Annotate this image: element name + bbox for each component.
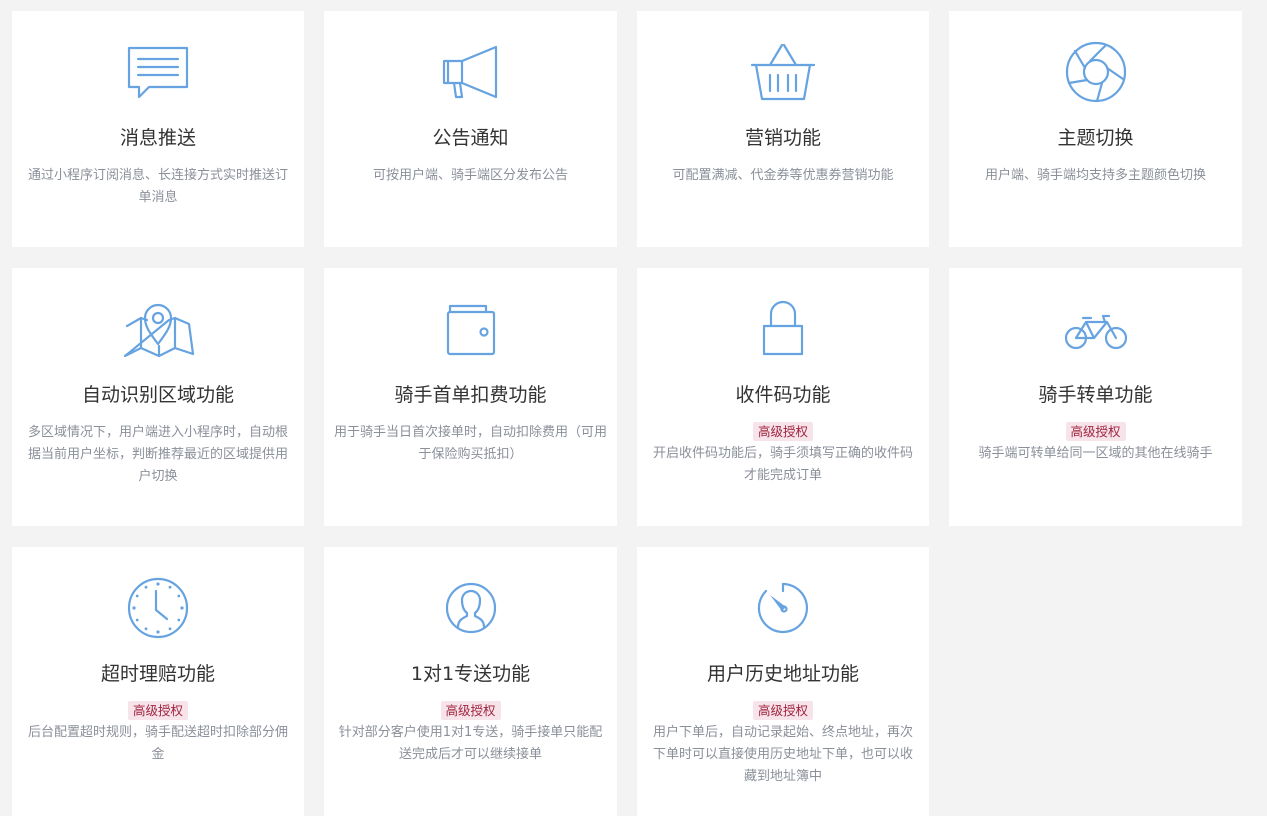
- card-title: 公告通知: [432, 127, 509, 149]
- feature-card-dedicated-delivery: 1对1专送功能 高级授权 针对部分客户使用1对1专送，骑手接单只能配送完成后才可…: [324, 547, 617, 816]
- feature-card-marketing: 营销功能 可配置满减、代金券等优惠券营销功能: [637, 11, 929, 247]
- card-description: 针对部分客户使用1对1专送，骑手接单只能配送完成后才可以继续接单: [338, 725, 603, 762]
- premium-badge: 高级授权: [1065, 422, 1126, 441]
- feature-grid: 消息推送 通过小程序订阅消息、长连接方式实时推送订单消息 公告通知 可按用户端、…: [0, 0, 1267, 816]
- megaphone-icon: [436, 39, 506, 105]
- feature-card-first-order-fee: 骑手首单扣费功能 用于骑手当日首次接单时，自动扣除费用（可用于保险购买抵扣）: [324, 268, 617, 526]
- card-title: 营销功能: [744, 127, 821, 149]
- card-title: 骑手首单扣费功能: [394, 384, 547, 406]
- feature-card-announcement: 公告通知 可按用户端、骑手端区分发布公告: [324, 11, 617, 247]
- card-description: 通过小程序订阅消息、长连接方式实时推送订单消息: [27, 168, 288, 205]
- card-description: 可配置满减、代金券等优惠券营销功能: [672, 168, 894, 183]
- timer-icon: [748, 575, 818, 641]
- premium-badge: 高级授权: [752, 701, 814, 720]
- user-icon: [436, 575, 506, 641]
- premium-badge: 高级授权: [752, 422, 814, 441]
- card-description: 用户端、骑手端均支持多主题颜色切换: [984, 168, 1206, 183]
- wallet-icon: [436, 296, 506, 362]
- map-pin-icon: [123, 296, 195, 362]
- card-title: 收件码功能: [735, 384, 831, 406]
- feature-card-message-push: 消息推送 通过小程序订阅消息、长连接方式实时推送订单消息: [12, 11, 304, 247]
- card-title: 1对1专送功能: [410, 663, 531, 685]
- lock-icon: [748, 296, 818, 362]
- basket-icon: [748, 39, 818, 105]
- card-title: 自动识别区域功能: [81, 384, 234, 406]
- card-title: 超时理赔功能: [100, 663, 215, 685]
- feature-card-address-history: 用户历史地址功能 高级授权 用户下单后，自动记录起始、终点地址，再次下单时可以直…: [637, 547, 929, 816]
- card-title: 用户历史地址功能: [706, 663, 859, 685]
- premium-badge: 高级授权: [440, 701, 501, 720]
- card-description: 后台配置超时规则，骑手配送超时扣除部分佣金: [27, 725, 288, 762]
- card-description: 用于骑手当日首次接单时，自动扣除费用（可用于保险购买抵扣）: [334, 425, 608, 462]
- clock-icon: [123, 575, 193, 641]
- bicycle-icon: [1061, 296, 1131, 362]
- card-description: 开启收件码功能后，骑手须填写正确的收件码才能完成订单: [652, 446, 913, 483]
- feature-card-area-detection: 自动识别区域功能 多区域情况下，用户端进入小程序时，自动根据当前用户坐标，判断推…: [12, 268, 304, 526]
- card-description: 用户下单后，自动记录起始、终点地址，再次下单时可以直接使用历史地址下单，也可以收…: [652, 725, 913, 784]
- card-description: 多区域情况下，用户端进入小程序时，自动根据当前用户坐标，判断推荐最近的区域提供用…: [27, 425, 288, 484]
- card-description: 可按用户端、骑手端区分发布公告: [372, 168, 568, 183]
- card-title: 主题切换: [1057, 127, 1134, 149]
- card-title: 骑手转单功能: [1038, 384, 1153, 406]
- feature-card-timeout-claim: 超时理赔功能 高级授权 后台配置超时规则，骑手配送超时扣除部分佣金: [12, 547, 304, 816]
- card-description: 骑手端可转单给同一区域的其他在线骑手: [978, 446, 1213, 461]
- feature-card-pickup-code: 收件码功能 高级授权 开启收件码功能后，骑手须填写正确的收件码才能完成订单: [637, 268, 929, 526]
- message-icon: [123, 39, 193, 105]
- feature-card-order-transfer: 骑手转单功能 高级授权 骑手端可转单给同一区域的其他在线骑手: [949, 268, 1242, 526]
- feature-card-theme-switch: 主题切换 用户端、骑手端均支持多主题颜色切换: [949, 11, 1242, 247]
- aperture-icon: [1061, 39, 1131, 105]
- card-title: 消息推送: [119, 127, 196, 149]
- premium-badge: 高级授权: [127, 701, 189, 720]
